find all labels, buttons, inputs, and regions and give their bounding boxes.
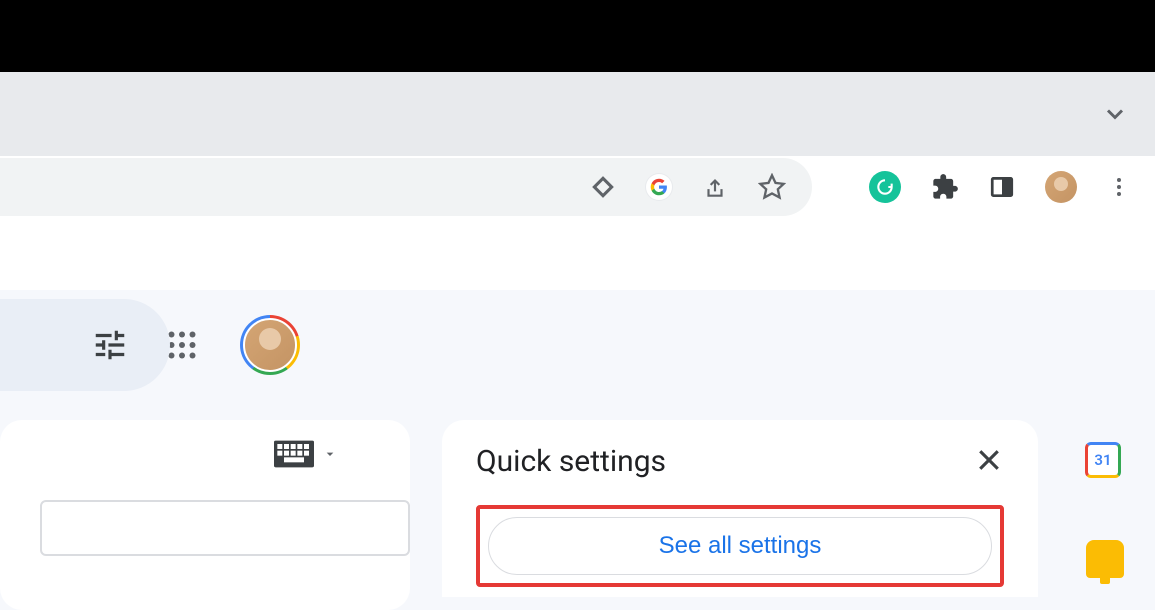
chevron-down-icon[interactable] <box>1101 100 1129 128</box>
see-all-settings-button[interactable]: See all settings <box>488 517 992 575</box>
browser-toolbar <box>0 156 1155 218</box>
menu-icon[interactable] <box>1107 175 1131 199</box>
search-options-pill <box>0 299 170 391</box>
extensions-icon[interactable] <box>931 173 959 201</box>
window-titlebar <box>0 0 1155 72</box>
account-avatar[interactable] <box>240 315 300 375</box>
google-search-icon[interactable] <box>646 174 672 200</box>
profile-avatar[interactable] <box>1045 171 1077 203</box>
highlight-annotation: See all settings <box>476 505 1004 587</box>
side-rail: 31 <box>1085 442 1125 578</box>
quick-settings-panel: Quick settings See all settings <box>442 420 1038 597</box>
star-icon[interactable] <box>758 173 786 201</box>
quick-settings-title: Quick settings <box>476 444 666 479</box>
sidepanel-icon[interactable] <box>989 174 1015 200</box>
dropdown-arrow-icon <box>322 446 338 462</box>
browser-actions <box>845 171 1155 203</box>
gmail-header <box>0 290 1155 400</box>
share-icon[interactable] <box>702 174 728 200</box>
tune-icon[interactable] <box>88 323 132 367</box>
left-card <box>0 420 410 610</box>
close-icon[interactable] <box>974 445 1004 479</box>
grammarly-icon[interactable] <box>869 171 901 203</box>
keep-app-icon[interactable] <box>1086 540 1124 578</box>
calendar-app-icon[interactable]: 31 <box>1085 442 1125 482</box>
gmail-content: Quick settings See all settings 31 <box>0 400 1155 610</box>
quick-settings-header: Quick settings <box>476 444 1004 479</box>
browser-tab-strip <box>0 72 1155 156</box>
keyboard-icon <box>274 440 314 468</box>
content-gap <box>0 218 1155 290</box>
omnibox-trailing <box>0 158 812 216</box>
input-tools[interactable] <box>30 440 380 468</box>
lews-icon[interactable] <box>590 174 616 200</box>
text-input[interactable] <box>40 500 410 556</box>
